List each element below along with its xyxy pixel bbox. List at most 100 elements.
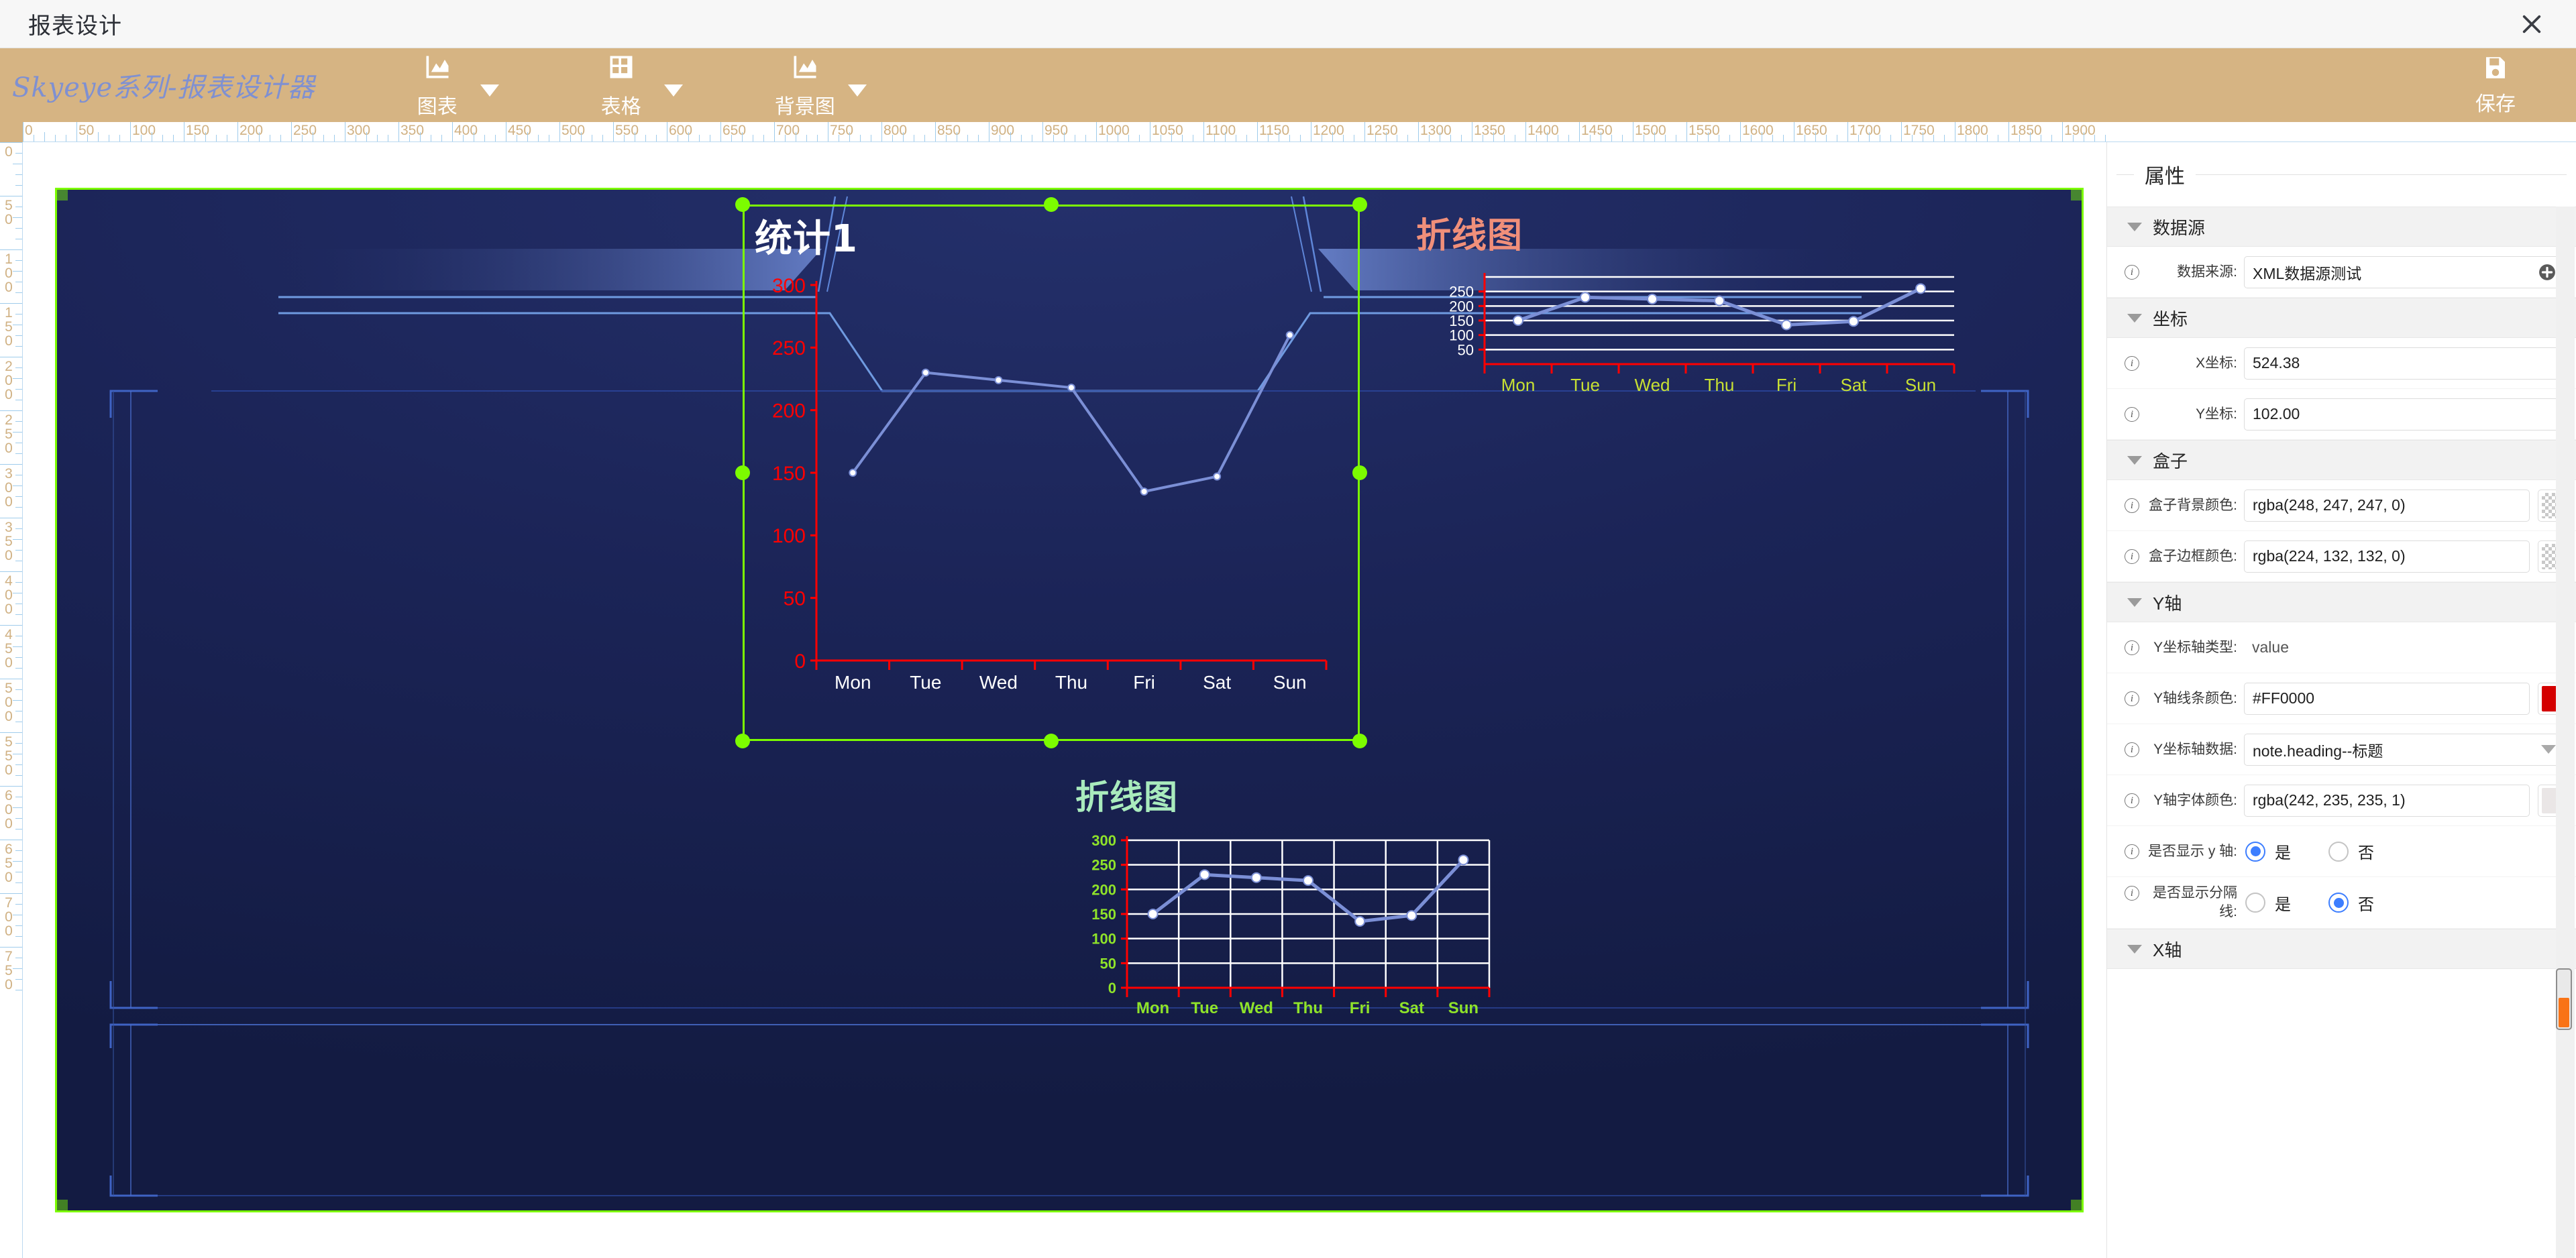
ruler-h-label: 1400 (1527, 123, 1559, 138)
canvas-area[interactable]: 统计1 0 50 100 150 200 250 300 Mon Tue Wed Thu Fri Sat S… (23, 142, 2106, 1258)
toolbar-item-chart[interactable]: 图表 (400, 51, 475, 119)
chart-widget[interactable]: 折线图 0 50 100 150 200 250 300 Mon Tue Wed Thu Fri Sat S… (1063, 766, 1546, 1035)
info-icon[interactable]: i (2125, 640, 2139, 655)
background-dropdown-caret-icon[interactable] (847, 84, 867, 97)
resize-handle-e[interactable] (1352, 465, 1367, 480)
properties-scroll-area[interactable]: 数据源 i 数据来源: XML数据源测试 坐标 i X坐标: 524.38 i Y坐标: 102.0… (2107, 207, 2576, 1258)
data-point[interactable] (1513, 315, 1523, 326)
radio-button[interactable] (2245, 893, 2265, 913)
x-tick-label: Fri (1776, 375, 1796, 395)
ruler-h-label: 1850 (2010, 123, 2042, 138)
info-icon[interactable]: i (2125, 498, 2139, 513)
data-point[interactable] (1147, 909, 1159, 919)
add-datasource-icon[interactable] (2538, 264, 2556, 281)
data-point[interactable] (1250, 872, 1262, 883)
data-point[interactable] (994, 376, 1003, 384)
window-scrollbar-track[interactable] (2556, 207, 2575, 1258)
radio-button[interactable] (2245, 841, 2265, 862)
resize-handle-w[interactable] (735, 465, 750, 480)
radio-option-show-y-axis-0[interactable]: 是 (2245, 840, 2291, 863)
section-header-datasource[interactable]: 数据源 (2107, 207, 2576, 247)
info-icon[interactable]: i (2125, 355, 2139, 371)
data-point[interactable] (1067, 384, 1075, 392)
ruler-h-label: 1000 (1098, 123, 1130, 138)
save-button[interactable]: 保存 (2455, 54, 2536, 117)
radio-option-show-split-line-0[interactable]: 是 (2245, 891, 2291, 915)
data-point[interactable] (1303, 875, 1313, 887)
section-title: 盒子 (2153, 451, 2188, 471)
property-input-y-axis-line-color[interactable]: #FF0000 (2244, 682, 2530, 715)
radio-option-show-y-axis-1[interactable]: 否 (2328, 840, 2374, 863)
data-point[interactable] (1140, 488, 1148, 496)
property-label-text: Y轴线条颜色: (2153, 690, 2237, 706)
property-input-data-source[interactable]: XML数据源测试 (2244, 255, 2565, 288)
section-title: 坐标 (2153, 308, 2188, 329)
app-title: 报表设计 (28, 13, 122, 39)
window-scrollbar-thumb[interactable] (2556, 968, 2572, 1030)
property-label-text: 是否显示 y 轴: (2147, 843, 2237, 859)
data-point[interactable] (1354, 916, 1366, 927)
info-icon[interactable]: i (2125, 264, 2139, 280)
chart-widget[interactable]: 统计1 0 50 100 150 200 250 300 Mon Tue Wed Thu Fri Sat S… (743, 205, 1360, 741)
data-point[interactable] (1406, 910, 1417, 921)
resize-handle-nw[interactable] (735, 197, 750, 212)
ruler-v-label: 750 (5, 949, 13, 992)
ruler-h-label: 1300 (1420, 123, 1452, 138)
property-input-y-axis-font-color[interactable]: rgba(242, 235, 235, 1) (2244, 784, 2530, 817)
dropdown-caret-icon[interactable] (2541, 745, 2556, 754)
radio-button[interactable] (2328, 893, 2349, 913)
radio-button[interactable] (2328, 841, 2349, 862)
data-point[interactable] (1199, 869, 1210, 880)
section-header-box[interactable]: 盒子 (2107, 440, 2576, 480)
data-point[interactable] (1714, 295, 1725, 306)
data-point[interactable] (1285, 331, 1294, 339)
property-input-x-coordinate[interactable]: 524.38 (2244, 347, 2565, 380)
property-row-box-border-color: i 盒子边框颜色: rgba(224, 132, 132, 0) (2107, 531, 2576, 582)
toolbar-item-table[interactable]: 表格 (584, 51, 659, 119)
property-input-y-coordinate[interactable]: 102.00 (2244, 398, 2565, 431)
data-point[interactable] (1915, 283, 1926, 294)
section-collapse-caret-icon (2127, 222, 2142, 231)
y-tick-label: 0 (1108, 980, 1116, 996)
table-dropdown-caret-icon[interactable] (663, 84, 683, 97)
close-button[interactable] (2516, 8, 2548, 40)
info-icon[interactable]: i (2125, 844, 2139, 859)
data-point[interactable] (921, 368, 930, 377)
info-icon[interactable]: i (2125, 886, 2139, 901)
property-row-box-background-color: i 盒子背景颜色: rgba(248, 247, 247, 0) (2107, 480, 2576, 531)
data-point[interactable] (849, 469, 857, 477)
data-point[interactable] (1213, 472, 1222, 481)
section-header-x-axis[interactable]: X轴 (2107, 929, 2576, 969)
radio-option-show-split-line-1[interactable]: 否 (2328, 891, 2374, 915)
property-input-y-axis-data[interactable]: note.heading--标题 (2244, 733, 2565, 766)
resize-handle-sw[interactable] (735, 734, 750, 748)
resize-handle-ne[interactable] (1352, 197, 1367, 212)
toolbar-item-background[interactable]: 背景图 (767, 51, 843, 119)
property-label-text: 是否显示分隔线: (2153, 885, 2237, 919)
chart-dropdown-caret-icon[interactable] (480, 84, 499, 97)
property-row-data-source: i 数据来源: XML数据源测试 (2107, 247, 2576, 298)
info-icon[interactable]: i (2125, 406, 2139, 422)
chart-widget[interactable]: 折线图 50 100 150 200 250 Mon Tue Wed Thu Fri Sat Sun (1404, 203, 1981, 404)
ruler-h-label: 0 (25, 123, 33, 138)
radio-label: 否 (2358, 895, 2374, 914)
data-point[interactable] (1848, 316, 1859, 327)
data-point[interactable] (1580, 292, 1591, 303)
info-icon[interactable]: i (2125, 742, 2139, 757)
resize-handle-se[interactable] (1352, 734, 1367, 748)
header-divider-left (2116, 174, 2134, 175)
data-point[interactable] (1647, 293, 1658, 304)
property-input-box-background-color[interactable]: rgba(248, 247, 247, 0) (2244, 489, 2530, 522)
value-text: rgba(242, 235, 235, 1) (2253, 791, 2406, 809)
info-icon[interactable]: i (2125, 691, 2139, 706)
section-header-coordinates[interactable]: 坐标 (2107, 298, 2576, 338)
section-header-y-axis[interactable]: Y轴 (2107, 582, 2576, 622)
info-icon[interactable]: i (2125, 793, 2139, 808)
resize-handle-n[interactable] (1044, 197, 1059, 212)
resize-handle-s[interactable] (1044, 734, 1059, 748)
property-input-box-border-color[interactable]: rgba(224, 132, 132, 0) (2244, 540, 2530, 573)
data-point[interactable] (1458, 854, 1469, 866)
data-point[interactable] (1781, 319, 1792, 331)
design-canvas[interactable]: 统计1 0 50 100 150 200 250 300 Mon Tue Wed Thu Fri Sat S… (55, 188, 2084, 1212)
info-icon[interactable]: i (2125, 549, 2139, 564)
